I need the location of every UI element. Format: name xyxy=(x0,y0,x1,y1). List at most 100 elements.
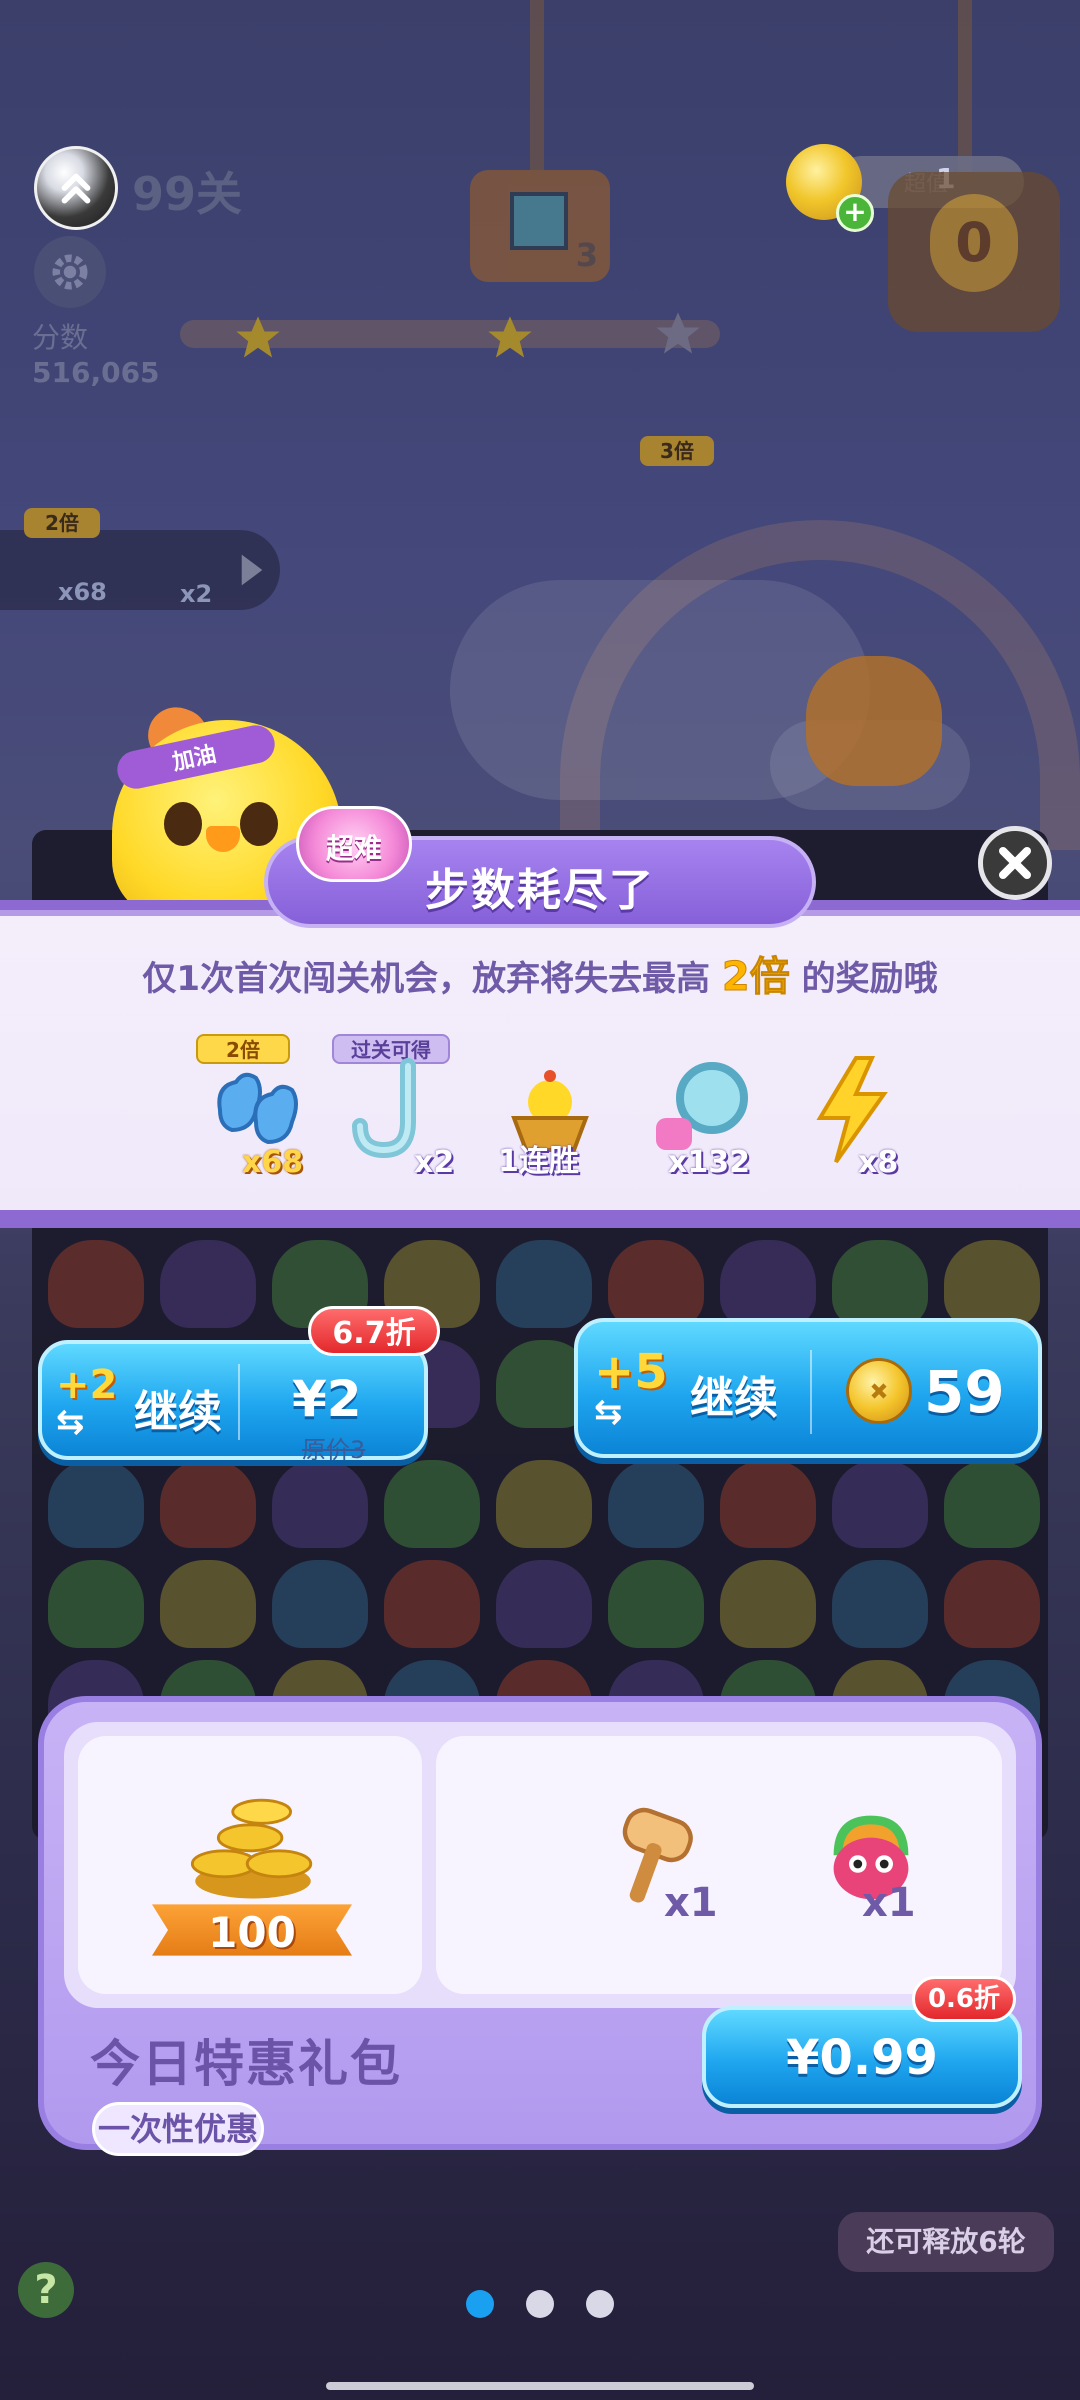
level-goal: 3 xyxy=(470,170,610,282)
game-tile xyxy=(48,1560,144,1648)
game-tile xyxy=(496,1240,592,1328)
star-icon xyxy=(236,316,280,358)
game-tile xyxy=(608,1460,704,1548)
coin-icon xyxy=(846,1358,912,1424)
reward-magnifier: x132 xyxy=(644,1040,784,1180)
game-tile xyxy=(720,1560,816,1648)
multiplier-tag: 3倍 xyxy=(640,436,714,466)
game-tile xyxy=(160,1560,256,1648)
goal-count: 3 xyxy=(575,236,598,274)
pack-price: ¥0.99 xyxy=(786,2030,938,2086)
game-tile xyxy=(272,1460,368,1548)
level-number: 99关 xyxy=(132,167,243,221)
reward-win-streak: 1连胜 xyxy=(490,1040,630,1180)
divider xyxy=(238,1364,240,1440)
coin-amount-ribbon: 100 xyxy=(152,1904,352,1956)
item-count: x1 xyxy=(664,1880,718,1926)
pack-content: 100 x1 x1 xyxy=(64,1722,1016,2008)
goal-block-icon xyxy=(510,192,568,250)
original-price: 原价3 xyxy=(302,1436,366,1464)
continue-price: ¥2 xyxy=(292,1370,362,1428)
message-highlight: 2倍 xyxy=(721,954,790,1001)
game-tile xyxy=(944,1560,1040,1648)
headband: 加油 xyxy=(113,721,279,793)
booster-multiplier-tag: 2倍 xyxy=(24,508,100,538)
level-menu-button[interactable] xyxy=(34,146,118,230)
continue-label: 继续 xyxy=(690,1373,778,1424)
chest-value: 0 xyxy=(930,194,1018,292)
game-tile xyxy=(496,1460,592,1548)
difficulty-label: 超难 xyxy=(325,832,382,865)
score-label: 分数 xyxy=(32,321,89,354)
game-tile xyxy=(832,1560,928,1648)
help-button[interactable]: ? xyxy=(18,2262,74,2318)
game-tile xyxy=(384,1460,480,1548)
continue-coins-button[interactable]: +5 ⇆ 继续 59 xyxy=(574,1318,1042,1458)
game-tile xyxy=(384,1560,480,1648)
reward-count: x132 xyxy=(668,1145,750,1180)
reward-hook: x2 xyxy=(336,1040,476,1180)
booster-count: x68 xyxy=(58,578,107,606)
chick-eye xyxy=(164,802,202,846)
game-tile xyxy=(832,1240,928,1328)
swap-arrows-icon: ⇆ xyxy=(56,1402,85,1442)
chick-beak xyxy=(206,826,240,852)
coin-stack-icon xyxy=(190,1798,313,1899)
game-tile xyxy=(832,1460,928,1548)
game-tile xyxy=(608,1560,704,1648)
headband-text: 加油 xyxy=(170,742,219,776)
continue-coin-price: 59 xyxy=(924,1358,1005,1426)
game-tile xyxy=(608,1240,704,1328)
release-rounds-label: 还可释放6轮 xyxy=(838,2212,1054,2272)
difficulty-badge: 超难 xyxy=(296,806,412,882)
pack-title: 今日特惠礼包 xyxy=(90,2035,402,2093)
game-tile xyxy=(944,1240,1040,1328)
divider xyxy=(810,1350,812,1434)
close-button[interactable] xyxy=(978,826,1052,900)
gear-icon xyxy=(52,254,88,290)
page-dot[interactable] xyxy=(526,2290,554,2318)
hanging-vine xyxy=(530,0,544,170)
reward-count: x68 xyxy=(242,1145,304,1180)
one-time-offer-tag: 一次性优惠 xyxy=(92,2102,264,2156)
reward-lightning: x8 xyxy=(796,1040,936,1180)
reward-chest[interactable]: 0 xyxy=(888,172,1060,332)
hanging-vine xyxy=(958,0,972,180)
game-tile xyxy=(48,1240,144,1328)
shiba-character xyxy=(806,656,942,786)
reward-count: x8 xyxy=(858,1145,899,1180)
daily-gift-pack: 100 x1 x1 今日特惠礼包 一次性优惠 ¥0.99 xyxy=(38,1696,1042,2156)
game-tile xyxy=(496,1560,592,1648)
message-suffix: 的奖励哦 xyxy=(789,959,938,999)
game-tile xyxy=(944,1460,1040,1548)
add-coins-button[interactable]: + xyxy=(836,194,874,232)
score-value: 516,065 xyxy=(32,356,160,389)
reward-count: 1连胜 xyxy=(498,1144,579,1179)
booster-count: x2 xyxy=(180,580,213,608)
game-tile xyxy=(160,1460,256,1548)
pack-discount-badge: 0.6折 xyxy=(912,1976,1016,2022)
settings-button[interactable] xyxy=(34,236,106,308)
page-dot-active[interactable] xyxy=(466,2290,494,2318)
pack-items-panel: x1 x1 xyxy=(436,1736,1002,1994)
message-prefix: 仅1次首次闯关机会，放弃将失去最高 xyxy=(142,959,722,999)
game-tile xyxy=(720,1240,816,1328)
discount-badge: 6.7折 xyxy=(308,1306,440,1356)
reward-gloves: x68 xyxy=(200,1040,340,1180)
dialog-message: 仅1次首次闯关机会，放弃将失去最高 2倍 的奖励哦 xyxy=(0,944,1080,1002)
reward-count: x2 xyxy=(414,1145,455,1180)
double-chevron-up-icon xyxy=(61,173,91,204)
game-tile xyxy=(160,1240,256,1328)
pack-coins-panel: 100 xyxy=(78,1736,422,1994)
home-indicator xyxy=(326,2382,754,2390)
page-dot[interactable] xyxy=(586,2290,614,2318)
star-icon xyxy=(488,316,532,358)
continue-label: 继续 xyxy=(134,1387,222,1438)
game-tile xyxy=(272,1560,368,1648)
item-count: x1 xyxy=(862,1880,916,1926)
close-icon xyxy=(999,847,1031,879)
play-arrow-icon[interactable] xyxy=(238,552,266,588)
game-tile xyxy=(48,1460,144,1548)
star-icon xyxy=(656,312,700,354)
swap-arrows-icon: ⇆ xyxy=(594,1392,623,1432)
